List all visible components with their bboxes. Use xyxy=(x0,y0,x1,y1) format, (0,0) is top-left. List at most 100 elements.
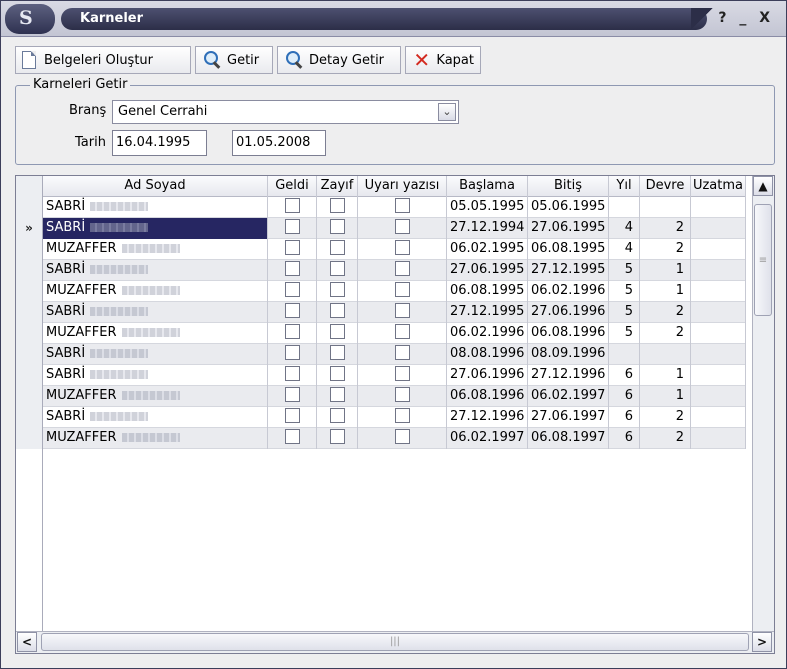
attended-checkbox[interactable] xyxy=(284,219,300,234)
vertical-scrollbar[interactable]: ▲ ≡ xyxy=(752,176,774,632)
table-row[interactable]: SABRİ 27.06.1996 27.12.1996 6 1 xyxy=(16,365,746,386)
term-cell[interactable]: 2 xyxy=(640,239,691,260)
row-indicator[interactable] xyxy=(16,239,43,260)
attended-checkbox[interactable] xyxy=(284,408,300,423)
table-row[interactable]: » SABRİ 27.12.1994 27.06.1995 4 2 xyxy=(16,218,746,239)
weak-checkbox[interactable] xyxy=(329,198,345,213)
term-cell[interactable] xyxy=(640,344,691,365)
year-cell[interactable]: 4 xyxy=(609,218,640,239)
year-cell[interactable]: 6 xyxy=(609,407,640,428)
end-date-cell[interactable]: 27.06.1995 xyxy=(528,218,609,239)
name-cell[interactable]: SABRİ xyxy=(43,218,268,239)
start-date-cell[interactable]: 27.12.1996 xyxy=(447,407,528,428)
window-controls[interactable]: ? _ X xyxy=(718,10,774,26)
weak-checkbox[interactable] xyxy=(329,303,345,318)
name-cell[interactable]: SABRİ xyxy=(43,260,268,281)
date-to-field[interactable]: 01.05.2008 xyxy=(232,130,326,156)
warning-checkbox[interactable] xyxy=(394,240,410,255)
column-weak[interactable]: Zayıf xyxy=(317,176,358,197)
extension-cell[interactable] xyxy=(691,365,746,386)
column-extension[interactable]: Uzatma xyxy=(691,176,746,197)
start-date-cell[interactable]: 27.12.1994 xyxy=(447,218,528,239)
extension-cell[interactable] xyxy=(691,407,746,428)
table-row[interactable]: MUZAFFER 06.02.1997 06.08.1997 6 2 xyxy=(16,428,746,449)
horizontal-scroll-thumb[interactable]: ||| xyxy=(41,633,749,651)
warning-checkbox[interactable] xyxy=(394,429,410,444)
extension-cell[interactable] xyxy=(691,218,746,239)
year-cell[interactable]: 6 xyxy=(609,365,640,386)
column-start[interactable]: Başlama xyxy=(447,176,528,197)
table-row[interactable]: SABRİ 08.08.1996 08.09.1996 xyxy=(16,344,746,365)
attended-checkbox[interactable] xyxy=(284,261,300,276)
name-cell[interactable]: MUZAFFER xyxy=(43,323,268,344)
term-cell[interactable]: 2 xyxy=(640,218,691,239)
term-cell[interactable]: 2 xyxy=(640,323,691,344)
weak-checkbox[interactable] xyxy=(329,219,345,234)
year-cell[interactable]: 5 xyxy=(609,323,640,344)
warning-checkbox[interactable] xyxy=(394,345,410,360)
row-indicator[interactable] xyxy=(16,281,43,302)
table-row[interactable]: SABRİ 27.06.1995 27.12.1995 5 1 xyxy=(16,260,746,281)
weak-checkbox[interactable] xyxy=(329,261,345,276)
weak-checkbox[interactable] xyxy=(329,408,345,423)
table-row[interactable]: MUZAFFER 06.02.1996 06.08.1996 5 2 xyxy=(16,323,746,344)
close-button[interactable]: ✕ Kapat xyxy=(405,46,481,74)
create-documents-button[interactable]: Belgeleri Oluştur xyxy=(15,46,191,74)
end-date-cell[interactable]: 27.12.1996 xyxy=(528,365,609,386)
name-cell[interactable]: SABRİ xyxy=(43,344,268,365)
warning-checkbox[interactable] xyxy=(394,282,410,297)
attended-checkbox[interactable] xyxy=(284,282,300,297)
name-cell[interactable]: MUZAFFER xyxy=(43,428,268,449)
start-date-cell[interactable]: 08.08.1996 xyxy=(447,344,528,365)
extension-cell[interactable] xyxy=(691,428,746,449)
name-cell[interactable]: SABRİ xyxy=(43,302,268,323)
warning-checkbox[interactable] xyxy=(394,198,410,213)
column-warning-letter[interactable]: Uyarı yazısı xyxy=(358,176,447,197)
year-cell[interactable]: 5 xyxy=(609,260,640,281)
weak-checkbox[interactable] xyxy=(329,429,345,444)
term-cell[interactable]: 1 xyxy=(640,386,691,407)
end-date-cell[interactable]: 06.08.1996 xyxy=(528,323,609,344)
year-cell[interactable] xyxy=(609,344,640,365)
warning-checkbox[interactable] xyxy=(394,219,410,234)
weak-checkbox[interactable] xyxy=(329,345,345,360)
scroll-up-button[interactable]: ▲ xyxy=(753,176,773,196)
name-cell[interactable]: SABRİ xyxy=(43,365,268,386)
chevron-down-icon[interactable]: ⌄ xyxy=(438,103,456,121)
attended-checkbox[interactable] xyxy=(284,387,300,402)
weak-checkbox[interactable] xyxy=(329,324,345,339)
start-date-cell[interactable]: 27.06.1996 xyxy=(447,365,528,386)
scroll-left-button[interactable]: < xyxy=(17,632,37,652)
extension-cell[interactable] xyxy=(691,344,746,365)
table-row[interactable]: SABRİ 05.05.1995 05.06.1995 xyxy=(16,197,746,218)
year-cell[interactable]: 6 xyxy=(609,428,640,449)
start-date-cell[interactable]: 06.08.1995 xyxy=(447,281,528,302)
row-indicator[interactable]: » xyxy=(16,218,43,239)
row-indicator[interactable] xyxy=(16,197,43,218)
extension-cell[interactable] xyxy=(691,197,746,218)
name-cell[interactable]: SABRİ xyxy=(43,407,268,428)
end-date-cell[interactable]: 06.08.1997 xyxy=(528,428,609,449)
weak-checkbox[interactable] xyxy=(329,240,345,255)
start-date-cell[interactable]: 05.05.1995 xyxy=(447,197,528,218)
attended-checkbox[interactable] xyxy=(284,303,300,318)
year-cell[interactable] xyxy=(609,197,640,218)
attended-checkbox[interactable] xyxy=(284,240,300,255)
term-cell[interactable]: 1 xyxy=(640,260,691,281)
weak-checkbox[interactable] xyxy=(329,282,345,297)
extension-cell[interactable] xyxy=(691,323,746,344)
extension-cell[interactable] xyxy=(691,302,746,323)
term-cell[interactable]: 2 xyxy=(640,407,691,428)
year-cell[interactable]: 4 xyxy=(609,239,640,260)
row-indicator[interactable] xyxy=(16,428,43,449)
table-row[interactable]: MUZAFFER 06.02.1995 06.08.1995 4 2 xyxy=(16,239,746,260)
name-cell[interactable]: SABRİ xyxy=(43,197,268,218)
extension-cell[interactable] xyxy=(691,281,746,302)
warning-checkbox[interactable] xyxy=(394,261,410,276)
vertical-scroll-thumb[interactable]: ≡ xyxy=(754,204,772,316)
start-date-cell[interactable]: 27.12.1995 xyxy=(447,302,528,323)
term-cell[interactable]: 2 xyxy=(640,428,691,449)
row-indicator[interactable] xyxy=(16,323,43,344)
table-row[interactable]: MUZAFFER 06.08.1995 06.02.1996 5 1 xyxy=(16,281,746,302)
year-cell[interactable]: 5 xyxy=(609,281,640,302)
